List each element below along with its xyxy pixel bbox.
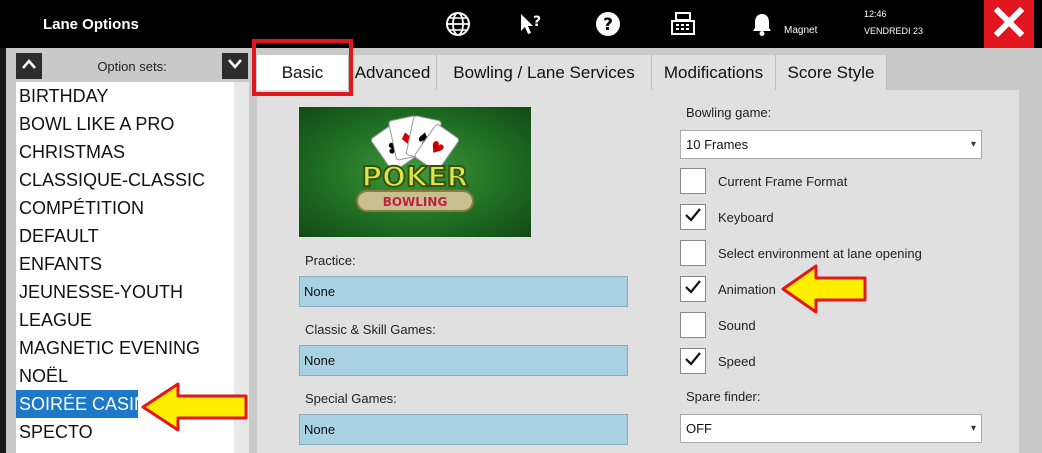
list-item[interactable]: ENFANTS: [16, 250, 234, 278]
poker-bowling-image: ♣ ♦ ♠ ♥ POKER BOWLING: [299, 107, 531, 237]
list-item[interactable]: BOWL LIKE A PRO: [16, 110, 234, 138]
tab-basic[interactable]: Basic: [257, 55, 349, 90]
checkbox-label: Select environment at lane opening: [718, 246, 922, 261]
classic-skill-field[interactable]: None: [299, 345, 628, 376]
checkbox-box[interactable]: [680, 204, 706, 230]
option-sets-scrollbar[interactable]: [234, 82, 249, 453]
option-sets-header: Option sets:: [16, 53, 248, 79]
list-item[interactable]: COMPÉTITION: [16, 194, 234, 222]
list-item-selected[interactable]: SOIRÉE CASINO: [16, 390, 161, 418]
close-icon: [993, 6, 1025, 42]
help-icon[interactable]: ?: [594, 10, 622, 38]
option-sets-list[interactable]: BIRTHDAY BOWL LIKE A PRO CHRISTMAS CLASS…: [16, 82, 234, 453]
tab-advanced[interactable]: Advanced: [349, 55, 437, 90]
list-item[interactable]: DEFAULT: [16, 222, 234, 250]
practice-field[interactable]: None: [299, 276, 628, 307]
list-item[interactable]: BIRTHDAY: [16, 82, 234, 110]
select-environment-checkbox[interactable]: Select environment at lane opening: [680, 240, 1010, 268]
bowling-game-value: 10 Frames: [686, 137, 749, 152]
svg-text:?: ?: [533, 14, 541, 30]
chevron-down-icon: [227, 57, 243, 75]
chevron-down-icon: ▾: [970, 139, 976, 150]
basic-tab-content: ♣ ♦ ♠ ♥ POKER BOWLING Practice: None Cla…: [257, 90, 1020, 453]
speed-checkbox[interactable]: Speed: [680, 348, 1010, 376]
checkbox-box[interactable]: [680, 312, 706, 338]
svg-text:?: ?: [603, 15, 613, 35]
current-frame-format-checkbox[interactable]: Current Frame Format: [680, 168, 1010, 196]
clock-date: VENDREDI 23: [864, 26, 924, 36]
list-item[interactable]: JEUNESSE-YOUTH: [16, 278, 234, 306]
app-title: Lane Options: [43, 16, 139, 33]
checkbox-box[interactable]: [680, 348, 706, 374]
spare-finder-value: OFF: [686, 421, 712, 436]
register-icon[interactable]: [669, 10, 697, 38]
checkmark-icon: [684, 351, 702, 372]
checkbox-label: Sound: [718, 318, 756, 333]
scroll-down-button[interactable]: [222, 53, 248, 79]
keyboard-checkbox[interactable]: Keyboard: [680, 204, 1010, 232]
bowling-game-select[interactable]: 10 Frames ▾: [680, 130, 982, 159]
scroll-up-button[interactable]: [16, 53, 42, 79]
special-games-field[interactable]: None: [299, 414, 628, 445]
close-button[interactable]: [984, 0, 1034, 48]
practice-label: Practice:: [305, 253, 356, 268]
panel-edge: [1019, 48, 1042, 453]
tab-modifications[interactable]: Modifications: [652, 55, 776, 90]
list-item[interactable]: LEAGUE: [16, 306, 234, 334]
checkbox-label: Speed: [718, 354, 756, 369]
list-item[interactable]: CLASSIQUE-CLASSIC: [16, 166, 234, 194]
banner-title: POKER: [362, 160, 469, 193]
option-sets-label: Option sets:: [97, 59, 167, 74]
tab-score-style[interactable]: Score Style: [776, 55, 887, 90]
spare-finder-select[interactable]: OFF ▾: [680, 414, 982, 443]
sound-checkbox[interactable]: Sound: [680, 312, 1010, 340]
checkbox-label: Animation: [718, 282, 776, 297]
banner-subtitle: BOWLING: [383, 195, 448, 209]
list-item[interactable]: MAGNETIC EVENING: [16, 334, 234, 362]
spare-finder-label: Spare finder:: [686, 389, 761, 404]
checkbox-label: Keyboard: [718, 210, 774, 225]
help-pointer-icon[interactable]: ?: [517, 10, 545, 38]
globe-icon[interactable]: [444, 10, 472, 38]
checkmark-icon: [684, 279, 702, 300]
options-panel: Basic Advanced Bowling / Lane Services M…: [249, 39, 1042, 453]
chevron-up-icon: [21, 57, 37, 75]
list-item[interactable]: SPECTO: [16, 418, 234, 446]
clock-time: 12:46: [864, 9, 887, 19]
checkmark-icon: [684, 207, 702, 228]
checkbox-box[interactable]: [680, 240, 706, 266]
list-item[interactable]: CHRISTMAS: [16, 138, 234, 166]
checkbox-box[interactable]: [680, 276, 706, 302]
option-sets-panel: Option sets: BIRTHDAY BOWL LIKE A PRO CH…: [6, 48, 249, 453]
bowling-game-label: Bowling game:: [686, 105, 772, 120]
animation-checkbox[interactable]: Animation: [680, 276, 1010, 304]
list-item[interactable]: NOËL: [16, 362, 234, 390]
top-bar: Lane Options ? ? Magnet 12:46 VENDREDI 2…: [0, 0, 1042, 48]
checkbox-label: Current Frame Format: [718, 174, 848, 189]
checkbox-box[interactable]: [680, 168, 706, 194]
classic-skill-label: Classic & Skill Games:: [305, 322, 436, 337]
bell-icon[interactable]: [748, 10, 776, 38]
user-name: Magnet: [784, 25, 818, 36]
tab-bowling-lane-services[interactable]: Bowling / Lane Services: [437, 55, 652, 90]
chevron-down-icon: ▾: [970, 423, 976, 434]
special-games-label: Special Games:: [305, 391, 397, 406]
